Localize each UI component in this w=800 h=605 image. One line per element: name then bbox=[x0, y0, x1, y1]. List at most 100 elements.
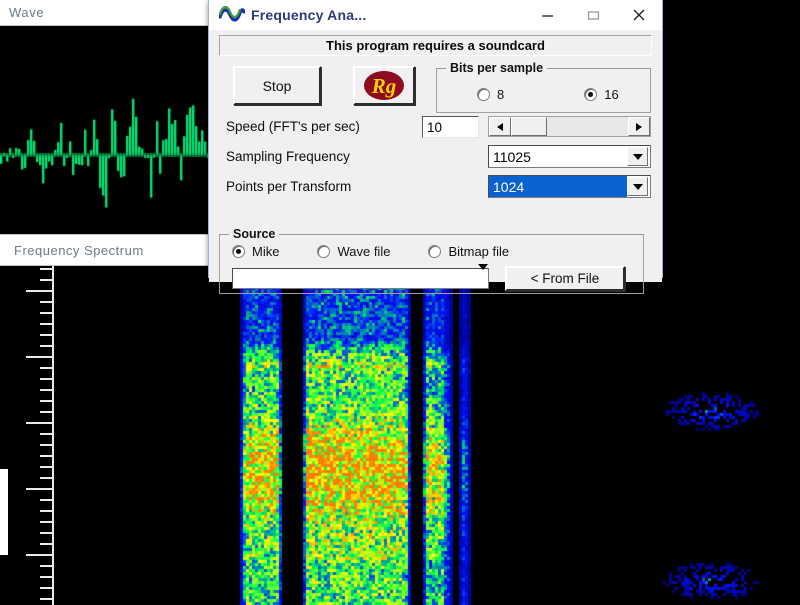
axis-minor-tick bbox=[40, 400, 54, 402]
axis-minor-tick bbox=[40, 301, 54, 303]
axis-minor-tick bbox=[40, 312, 54, 314]
speed-row: Speed (FFT's per sec) 10 bbox=[216, 115, 655, 141]
sampling-frequency-dropdown-button[interactable] bbox=[627, 147, 648, 166]
radio-source-wave-file-dot bbox=[317, 245, 330, 258]
radio-source-mike-label: Mike bbox=[252, 244, 279, 259]
points-per-transform-label: Points per Transform bbox=[226, 179, 351, 194]
from-file-button[interactable]: < From File bbox=[505, 266, 625, 291]
wave-window-title: Wave bbox=[0, 5, 44, 20]
axis-minor-tick bbox=[40, 466, 54, 468]
radio-source-wave-file[interactable]: Wave file bbox=[317, 244, 390, 259]
stop-button[interactable]: Stop bbox=[233, 66, 321, 105]
dialog-title-text: Frequency Ana... bbox=[251, 7, 367, 23]
axis-minor-tick bbox=[40, 598, 54, 600]
radio-source-bitmap-file-label: Bitmap file bbox=[448, 244, 509, 259]
frequency-axis: 1k bbox=[0, 266, 72, 605]
axis-minor-tick bbox=[40, 444, 54, 446]
triangle-left-icon bbox=[497, 123, 503, 131]
radio-bits-8-dot bbox=[477, 88, 490, 101]
speed-scroll-thumb[interactable] bbox=[511, 117, 547, 136]
radio-bits-16[interactable]: 16 bbox=[584, 87, 618, 102]
speed-scroll-left-button[interactable] bbox=[489, 117, 511, 136]
chevron-down-icon bbox=[633, 184, 643, 190]
axis-minor-tick bbox=[40, 587, 54, 589]
radio-source-mike[interactable]: Mike bbox=[232, 244, 279, 259]
axis-minor-tick bbox=[40, 576, 54, 578]
source-radio-group: Mike Wave file Bitmap file bbox=[232, 244, 509, 259]
points-per-transform-combobox[interactable]: 1024 bbox=[488, 175, 651, 198]
screenshot-root: Wave Frequency Spectrum 1k Frequency Ana… bbox=[0, 0, 800, 605]
axis-major-tick bbox=[26, 422, 54, 424]
axis-major-tick bbox=[26, 488, 54, 490]
points-per-transform-row: Points per Transform 1024 bbox=[216, 174, 655, 201]
axis-minor-tick bbox=[40, 279, 54, 281]
source-path-combobox[interactable] bbox=[232, 268, 489, 289]
spectrum-window-title: Frequency Spectrum bbox=[0, 243, 144, 258]
dialog-body: This program requires a soundcard Stop R… bbox=[209, 35, 662, 282]
radio-bits-8[interactable]: 8 bbox=[477, 87, 504, 102]
axis-minor-tick bbox=[40, 532, 54, 534]
axis-minor-tick bbox=[40, 455, 54, 457]
spectrum-window-left-tab bbox=[0, 469, 8, 555]
axis-minor-tick bbox=[40, 510, 54, 512]
close-button[interactable] bbox=[616, 0, 662, 30]
axis-minor-tick bbox=[40, 565, 54, 567]
frequency-analyzer-dialog: Frequency Ana... bbox=[208, 0, 663, 278]
maximize-icon bbox=[587, 9, 600, 22]
svg-text:Rg: Rg bbox=[371, 74, 397, 98]
axis-major-tick bbox=[26, 356, 54, 358]
points-per-transform-value: 1024 bbox=[489, 176, 627, 197]
points-per-transform-dropdown-button[interactable] bbox=[627, 177, 648, 196]
maximize-button[interactable] bbox=[570, 0, 616, 30]
axis-major-tick bbox=[26, 290, 54, 292]
chevron-down-icon bbox=[633, 154, 643, 160]
rg-logo-button[interactable]: Rg bbox=[353, 66, 415, 105]
controls-row: Stop Rg Bits per sample 8 bbox=[216, 63, 655, 111]
rg-logo-icon: Rg bbox=[363, 70, 405, 101]
sampling-frequency-label: Sampling Frequency bbox=[226, 149, 350, 164]
bits-per-sample-group: Bits per sample 8 16 bbox=[436, 68, 651, 113]
axis-minor-tick bbox=[40, 378, 54, 380]
speed-input[interactable]: 10 bbox=[422, 116, 479, 138]
radio-bits-16-dot bbox=[584, 88, 597, 101]
axis-minor-tick bbox=[40, 433, 54, 435]
radio-source-wave-file-label: Wave file bbox=[337, 244, 390, 259]
sampling-frequency-value: 11025 bbox=[489, 149, 627, 165]
speed-scroll-right-button[interactable] bbox=[628, 117, 650, 136]
axis-minor-tick bbox=[40, 477, 54, 479]
radio-source-mike-dot bbox=[232, 245, 245, 258]
speed-label: Speed (FFT's per sec) bbox=[226, 119, 360, 134]
window-controls bbox=[524, 0, 662, 30]
axis-minor-tick bbox=[40, 499, 54, 501]
sampling-frequency-combobox[interactable]: 11025 bbox=[488, 145, 651, 168]
triangle-right-icon bbox=[636, 123, 642, 131]
speed-scrollbar[interactable] bbox=[488, 116, 651, 137]
source-path-dropdown-button[interactable] bbox=[478, 270, 488, 288]
bits-per-sample-legend: Bits per sample bbox=[446, 61, 547, 75]
axis-minor-tick bbox=[40, 323, 54, 325]
minimize-icon bbox=[541, 9, 554, 22]
radio-source-bitmap-file-dot bbox=[428, 245, 441, 258]
soundcard-notice: This program requires a soundcard bbox=[219, 35, 652, 56]
axis-minor-tick bbox=[40, 345, 54, 347]
source-legend: Source bbox=[229, 227, 279, 241]
axis-minor-tick bbox=[40, 367, 54, 369]
minimize-button[interactable] bbox=[524, 0, 570, 30]
chevron-down-icon bbox=[478, 264, 488, 287]
axis-minor-tick bbox=[40, 411, 54, 413]
axis-minor-tick bbox=[40, 543, 54, 545]
close-icon bbox=[632, 8, 646, 22]
speed-scroll-trough[interactable] bbox=[511, 117, 628, 136]
spectrogram-canvas: 1k bbox=[0, 266, 800, 605]
axis-minor-tick bbox=[40, 521, 54, 523]
axis-minor-tick bbox=[40, 389, 54, 391]
axis-minor-tick bbox=[40, 268, 54, 270]
radio-bits-16-label: 16 bbox=[604, 87, 618, 102]
dialog-titlebar[interactable]: Frequency Ana... bbox=[209, 0, 662, 30]
source-group: Source Mike Wave file Bitmap file bbox=[219, 234, 644, 294]
radio-bits-8-label: 8 bbox=[497, 87, 504, 102]
radio-source-bitmap-file[interactable]: Bitmap file bbox=[428, 244, 509, 259]
axis-major-tick bbox=[26, 554, 54, 556]
axis-minor-tick bbox=[40, 334, 54, 336]
sampling-frequency-row: Sampling Frequency 11025 bbox=[216, 144, 655, 171]
